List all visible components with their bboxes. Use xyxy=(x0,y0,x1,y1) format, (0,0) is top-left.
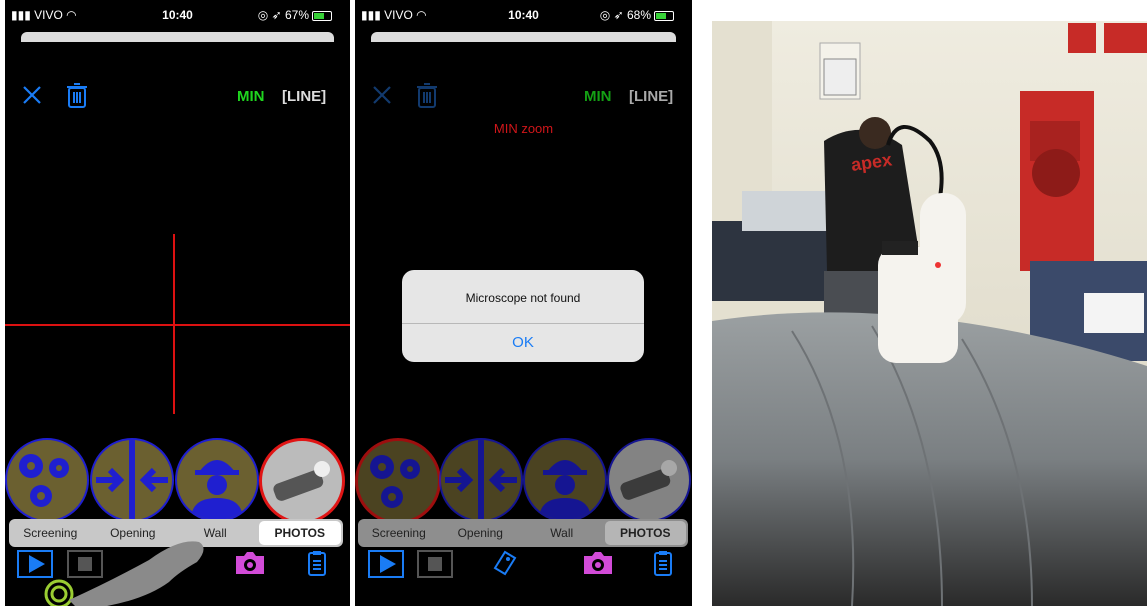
tab-photos[interactable]: PHOTOS xyxy=(604,521,686,545)
battery-icon xyxy=(654,10,674,21)
wall-mode-icon[interactable] xyxy=(175,438,259,522)
line-mode-button[interactable]: [LINE] xyxy=(282,88,326,105)
screening-mode-icon[interactable] xyxy=(5,438,89,522)
microscope-photo: apex xyxy=(712,21,1147,606)
stop-icon[interactable] xyxy=(417,550,453,578)
screening-mode-icon[interactable] xyxy=(355,438,441,524)
tab-screening[interactable]: Screening xyxy=(358,519,440,547)
alert-ok-button[interactable]: OK xyxy=(402,324,644,362)
battery-percent: 68% xyxy=(626,8,651,22)
alert-message: Microscope not found xyxy=(402,270,644,324)
battery-icon xyxy=(312,10,332,21)
tab-wall[interactable]: Wall xyxy=(521,519,603,547)
clipboard-icon[interactable] xyxy=(307,550,327,576)
status-bar: ▮▮▮ VIVO ◠ 10:40 ◎ ➶ 68% xyxy=(355,0,692,30)
top-handle-bar xyxy=(21,32,334,42)
battery-percent: 67% xyxy=(284,8,309,22)
close-icon[interactable] xyxy=(21,84,43,106)
alert-dialog: Microscope not found OK xyxy=(402,270,644,362)
min-zoom-warning: MIN zoom xyxy=(493,121,554,136)
photos-mode-icon[interactable] xyxy=(607,438,691,522)
top-handle-bar xyxy=(371,32,676,42)
crosshair-vertical xyxy=(173,234,175,414)
tab-photos[interactable]: PHOTOS xyxy=(258,521,341,545)
finger-tap-hint xyxy=(44,541,204,606)
mode-tab-bar: Screening Opening Wall PHOTOS xyxy=(358,519,688,547)
wall-mode-icon[interactable] xyxy=(523,438,607,522)
camera-icon[interactable] xyxy=(582,550,614,576)
photos-mode-icon[interactable] xyxy=(259,438,345,524)
tag-icon[interactable] xyxy=(493,550,517,576)
opening-mode-icon[interactable] xyxy=(439,438,523,522)
tab-opening[interactable]: Opening xyxy=(440,519,522,547)
close-icon[interactable] xyxy=(371,84,393,106)
clipboard-icon[interactable] xyxy=(653,550,673,576)
phone-screen-main: ▮▮▮ VIVO ◠ 10:40 ◎ ➶ 67% MIN [LINE] Scre… xyxy=(5,0,350,606)
min-label: MIN xyxy=(237,88,265,105)
battery-indicator: ◎ ➶ 68% xyxy=(600,8,674,22)
battery-indicator: ◎ ➶ 67% xyxy=(258,8,332,22)
opening-mode-icon[interactable] xyxy=(90,438,174,522)
phone-screen-alert: ▮▮▮ VIVO ◠ 10:40 ◎ ➶ 68% MIN [LINE] MIN … xyxy=(355,0,692,606)
trash-icon[interactable] xyxy=(417,82,437,108)
crosshair-horizontal xyxy=(5,324,350,326)
min-label: MIN xyxy=(584,88,612,105)
play-icon[interactable] xyxy=(368,550,404,578)
status-bar: ▮▮▮ VIVO ◠ 10:40 ◎ ➶ 67% xyxy=(5,0,350,30)
line-mode-button[interactable]: [LINE] xyxy=(629,88,673,105)
trash-icon[interactable] xyxy=(67,82,87,108)
